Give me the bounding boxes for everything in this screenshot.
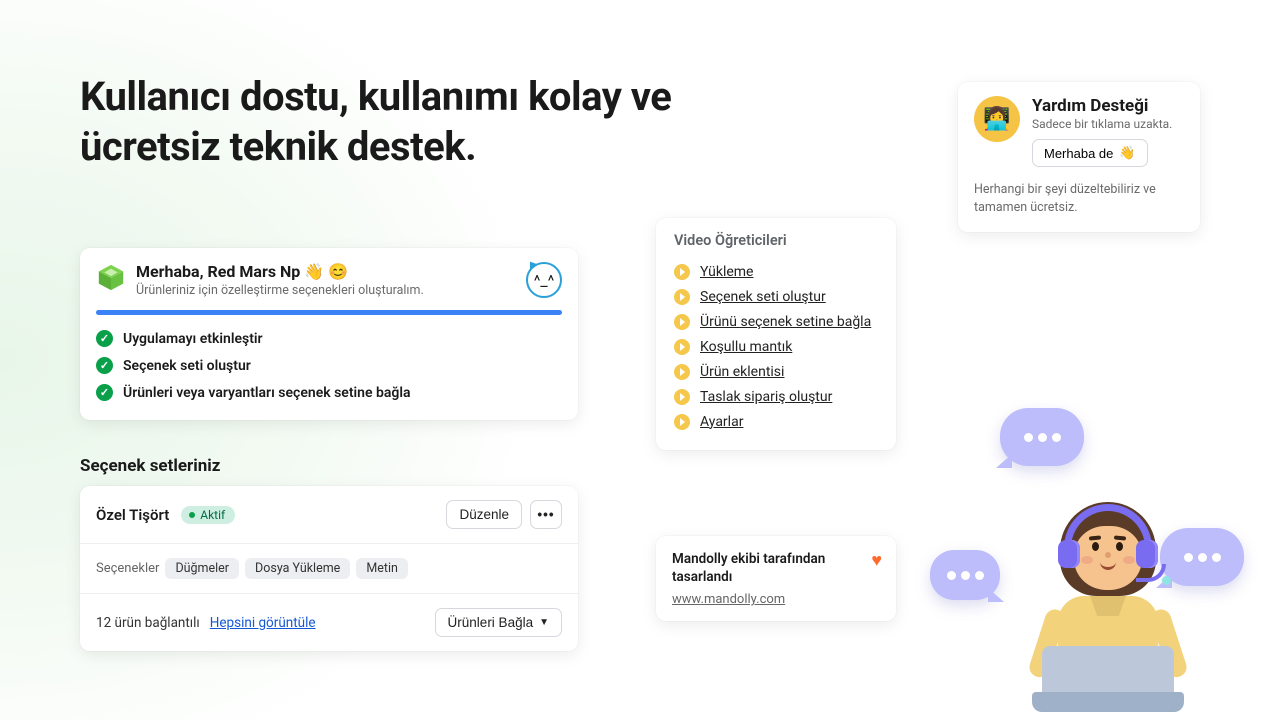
video-tutorial-link[interactable]: Ayarlar [700, 414, 743, 430]
check-circle-icon: ✓ [96, 357, 113, 374]
mascot-avatar-icon: ^_^ [526, 262, 562, 298]
video-tutorial-item: Seçenek seti oluştur [674, 284, 878, 309]
video-tutorial-link[interactable]: Ürün eklentisi [700, 364, 784, 380]
option-set-header-row: Özel Tişört Aktif Düzenle ••• [80, 486, 578, 544]
checklist-item-label: Uygulamayı etkinleştir [123, 332, 263, 346]
heart-icon: ♥ [871, 550, 882, 571]
say-hello-button-label: Merhaba de [1044, 146, 1113, 161]
support-avatar-icon: 👩‍💻 [974, 96, 1020, 142]
video-tutorial-item: Taslak sipariş oluştur [674, 384, 878, 409]
video-tutorial-link[interactable]: Koşullu mantık [700, 339, 792, 355]
option-set-linked-row: 12 ürün bağlantılı Hepsini görüntüle Ürü… [80, 594, 578, 651]
page-title: Kullanıcı dostu, kullanımı kolay ve ücre… [80, 72, 730, 172]
caret-down-icon: ▼ [539, 617, 549, 628]
play-icon [674, 339, 690, 355]
video-tutorial-item: Yükleme [674, 259, 878, 284]
app-box-icon [96, 262, 126, 292]
link-products-button-label: Ürünleri Bağla [448, 615, 534, 630]
edit-button[interactable]: Düzenle [446, 500, 522, 529]
help-title: Yardım Desteği [1032, 96, 1172, 116]
video-tutorials-title: Video Öğreticileri [674, 232, 878, 249]
play-icon [674, 389, 690, 405]
option-set-name: Özel Tişört [96, 506, 169, 524]
welcome-header: Merhaba, Red Mars Np 👋 😊 Ürünleriniz içi… [80, 248, 578, 306]
chat-bubble-icon [1160, 528, 1244, 586]
help-subtitle: Sadece bir tıklama uzakta. [1032, 117, 1172, 131]
video-tutorial-link[interactable]: Seçenek seti oluştur [700, 289, 826, 305]
wave-emoji-icon: 👋 [1119, 145, 1135, 161]
say-hello-button[interactable]: Merhaba de 👋 [1032, 139, 1148, 167]
option-type-chip: Düğmeler [165, 558, 239, 579]
welcome-greeting-line: Merhaba, Red Mars Np 👋 😊 [136, 262, 424, 281]
welcome-text-block: Merhaba, Red Mars Np 👋 😊 Ürünleriniz içi… [136, 262, 424, 298]
wave-emoji-icon: 👋 😊 [304, 262, 348, 281]
check-circle-icon: ✓ [96, 330, 113, 347]
check-circle-icon: ✓ [96, 384, 113, 401]
chat-bubble-icon [1000, 408, 1084, 466]
link-products-button[interactable]: Ürünleri Bağla ▼ [435, 608, 562, 637]
onboarding-progress-bar [96, 310, 562, 315]
checklist-item-label: Seçenek seti oluştur [123, 359, 251, 373]
video-tutorial-item: Ayarlar [674, 409, 878, 434]
support-agent-illustration [920, 400, 1270, 720]
designed-by-card: Mandolly ekibi tarafından tasarlandı www… [656, 536, 896, 621]
options-row-label: Seçenekler [96, 561, 159, 576]
play-icon [674, 314, 690, 330]
designed-by-text: Mandolly ekibi tarafından tasarlandı [672, 550, 832, 586]
checklist-item: ✓ Uygulamayı etkinleştir [96, 325, 562, 352]
welcome-greeting: Merhaba, Red Mars Np [136, 262, 300, 281]
linked-products-count: 12 ürün bağlantılı [96, 615, 200, 631]
help-text-block: Yardım Desteği Sadece bir tıklama uzakta… [1032, 96, 1172, 167]
option-set-card: Özel Tişört Aktif Düzenle ••• Seçenekler… [80, 486, 578, 651]
play-icon [674, 414, 690, 430]
video-tutorial-link[interactable]: Yükleme [700, 264, 753, 280]
checklist-item: ✓ Ürünleri veya varyantları seçenek seti… [96, 379, 562, 406]
help-description: Herhangi bir şeyi düzeltebiliriz ve tama… [974, 181, 1184, 216]
more-actions-button[interactable]: ••• [530, 500, 562, 529]
option-type-chip: Dosya Yükleme [245, 558, 350, 579]
play-icon [674, 364, 690, 380]
status-badge: Aktif [181, 506, 235, 524]
designed-by-link[interactable]: www.mandolly.com [672, 592, 785, 607]
welcome-card: Merhaba, Red Mars Np 👋 😊 Ürünleriniz içi… [80, 248, 578, 420]
checklist-item-label: Ürünleri veya varyantları seçenek setine… [123, 386, 411, 400]
support-avatar-emoji-icon: 👩‍💻 [983, 107, 1010, 132]
mascot-face-icon: ^_^ [534, 271, 555, 290]
play-icon [674, 264, 690, 280]
video-tutorial-item: Ürün eklentisi [674, 359, 878, 384]
chat-bubble-icon [930, 550, 1000, 600]
checklist-item: ✓ Seçenek seti oluştur [96, 352, 562, 379]
onboarding-checklist: ✓ Uygulamayı etkinleştir ✓ Seçenek seti … [80, 325, 578, 406]
video-tutorials-card: Video Öğreticileri Yükleme Seçenek seti … [656, 218, 896, 450]
play-icon [674, 289, 690, 305]
video-tutorial-link[interactable]: Taslak sipariş oluştur [700, 389, 832, 405]
option-type-chip: Metin [356, 558, 408, 579]
help-header: 👩‍💻 Yardım Desteği Sadece bir tıklama uz… [974, 96, 1184, 167]
video-tutorial-item: Ürünü seçenek setine bağla [674, 309, 878, 334]
view-all-link[interactable]: Hepsini görüntüle [210, 615, 316, 631]
agent-figure-icon [1012, 486, 1202, 720]
help-support-card: 👩‍💻 Yardım Desteği Sadece bir tıklama uz… [958, 82, 1200, 232]
option-sets-section-title: Seçenek setleriniz [80, 456, 220, 476]
video-tutorial-link[interactable]: Ürünü seçenek setine bağla [700, 314, 871, 330]
video-tutorial-item: Koşullu mantık [674, 334, 878, 359]
ellipsis-icon: ••• [537, 507, 554, 522]
option-set-options-row: Seçenekler Düğmeler Dosya Yükleme Metin [80, 544, 578, 594]
welcome-subtitle: Ürünleriniz için özelleştirme seçenekler… [136, 283, 424, 298]
